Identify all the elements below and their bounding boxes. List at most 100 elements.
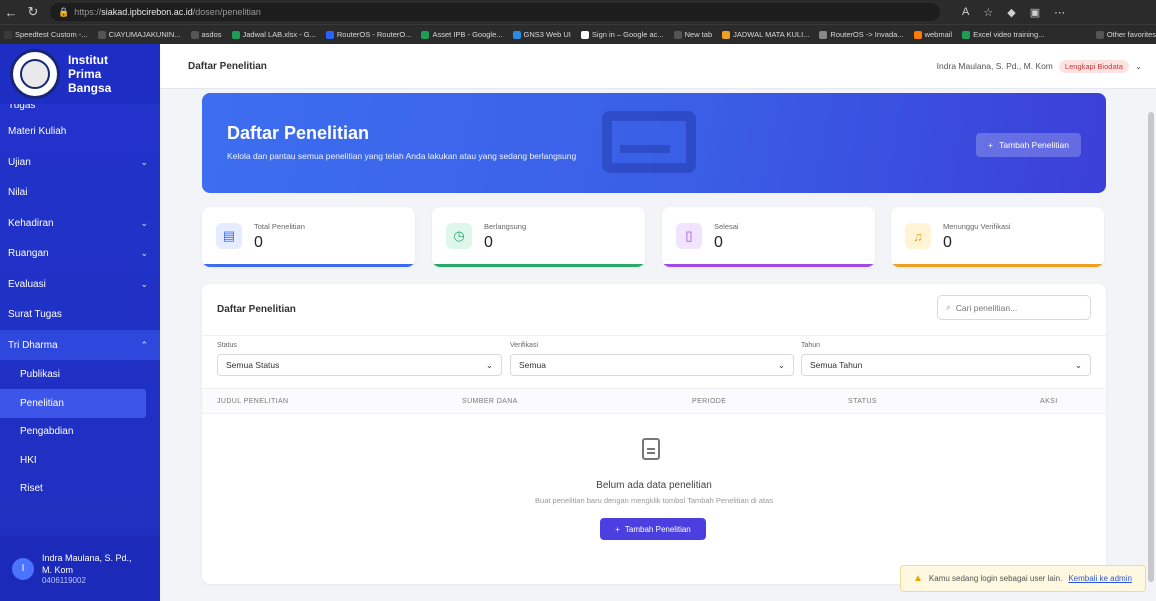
brand[interactable]: Institut Prima Bangsa — [0, 44, 160, 104]
bookmark-label: Speedtest Custom -... — [15, 30, 88, 39]
sidebar-item-nilai[interactable]: Nilai — [0, 178, 160, 208]
filter-status-select[interactable]: Semua Status ⌄ — [217, 354, 502, 376]
bookmark-favicon-icon — [190, 30, 199, 39]
filter-verification-label: Verifikasi — [510, 342, 539, 349]
search-input[interactable] — [955, 302, 1066, 313]
sidebar-subitem-riset[interactable]: Riset — [0, 475, 160, 504]
favorite-star-icon[interactable]: ☆ — [983, 6, 993, 19]
bookmark-label: Other favorites — [1106, 30, 1156, 39]
sidebar-item-tri-dharma[interactable]: Tri Dharma ⌃ — [0, 330, 160, 360]
list-title: Daftar Penelitian — [217, 304, 296, 315]
bookmark-item[interactable]: Speedtest Custom -... — [4, 30, 88, 39]
back-to-admin-link[interactable]: Kembali ke admin — [1068, 574, 1132, 583]
collections-icon[interactable]: ▣ — [1030, 6, 1040, 19]
bookmark-favicon-icon — [325, 30, 334, 39]
filter-year-value: Semua Tahun — [810, 360, 863, 370]
empty-state-subtitle: Buat penelitian baru dengan mengklik tom… — [535, 496, 773, 505]
url-path: /dosen/penelitian — [192, 7, 261, 17]
filter-verification-select[interactable]: Semua ⌄ — [510, 354, 794, 376]
col-funding: SUMBER DANA — [462, 398, 518, 405]
bookmark-item[interactable]: JADWAL MATA KULI... — [722, 30, 809, 39]
sidebar-item-evaluasi[interactable]: Evaluasi ⌄ — [0, 269, 160, 299]
complete-bio-badge[interactable]: Lengkapi Biodata — [1058, 59, 1129, 73]
sidebar-item-label: Materi Kuliah — [8, 126, 67, 137]
bookmark-favicon-icon — [512, 30, 521, 39]
sidebar-item-kehadiran[interactable]: Kehadiran ⌄ — [0, 208, 160, 238]
sidebar-item-label: Surat Tugas — [8, 309, 62, 320]
stat-icon: ▯ — [676, 223, 702, 249]
sidebar-item-materi-kuliah[interactable]: Materi Kuliah — [0, 117, 160, 147]
sidebar-item-label: Evaluasi — [8, 278, 46, 290]
sidebar-subitem-hki[interactable]: HKI — [0, 446, 160, 475]
filter-year-select[interactable]: Semua Tahun ⌄ — [801, 354, 1091, 376]
stat-icon: ◷ — [446, 223, 472, 249]
brand-line-1: Institut — [68, 53, 108, 67]
page-scrollbar[interactable] — [1148, 92, 1154, 597]
sidebar-subitem-penelitian[interactable]: Penelitian — [0, 389, 146, 418]
read-aloud-icon[interactable]: A — [962, 6, 969, 19]
settings-menu-icon[interactable]: ⋯ — [1054, 6, 1065, 19]
bookmark-item[interactable]: RouterOS -> Invada... — [819, 30, 904, 39]
chevron-icon: ⌄ — [140, 278, 148, 289]
brand-line-3: Bangsa — [68, 81, 112, 95]
sidebar-subitem-pengabdian[interactable]: Pengabdian — [0, 418, 160, 447]
bookmark-label: RouterOS - RouterO... — [336, 30, 412, 39]
brand-line-2: Prima — [68, 67, 102, 81]
bookmark-label: CIAYUMAJAKUNIN... — [108, 30, 181, 39]
sidebar-item-label: Kehadiran — [8, 217, 54, 229]
back-icon[interactable]: ← — [0, 5, 22, 20]
filter-verification-value: Semua — [519, 360, 546, 370]
bookmark-item[interactable]: CIAYUMAJAKUNIN... — [97, 30, 181, 39]
bookmark-label: Excel video training... — [973, 30, 1045, 39]
bookmark-favicon-icon — [1095, 30, 1104, 39]
col-status: STATUS — [848, 398, 877, 405]
col-period: PERIODE — [692, 398, 727, 405]
plus-icon: + — [988, 140, 994, 150]
institution-logo — [10, 49, 60, 99]
chevron-down-icon: ⌄ — [485, 359, 493, 370]
chevron-down-icon[interactable]: ⌄ — [1135, 61, 1142, 72]
bookmark-label: Asset IPB - Google... — [432, 30, 503, 39]
bookmark-favicon-icon — [421, 30, 430, 39]
topbar: Daftar Penelitian Indra Maulana, S. Pd.,… — [160, 44, 1156, 89]
bookmark-item[interactable]: asdos — [190, 30, 222, 39]
refresh-icon[interactable]: ↻ — [22, 4, 44, 20]
sidebar-item-ujian[interactable]: Ujian ⌄ — [0, 147, 160, 177]
bookmark-item[interactable]: webmail — [913, 30, 953, 39]
user-menu[interactable]: Indra Maulana, S. Pd., M. Kom Lengkapi B… — [937, 59, 1142, 73]
toast-text: Kamu sedang login sebagai user lain. — [928, 574, 1063, 583]
bookmark-item[interactable]: New tab — [673, 30, 712, 39]
bookmark-item[interactable]: Other favorites — [1095, 30, 1156, 39]
stat-accent-bar — [891, 264, 1104, 267]
bookmark-item[interactable]: RouterOS - RouterO... — [325, 30, 412, 39]
bookmark-label: JADWAL MATA KULI... — [733, 30, 810, 39]
filter-year-label: Tahun — [801, 342, 821, 349]
bookmark-label: asdos — [201, 30, 222, 39]
stat-accent-bar — [202, 264, 415, 267]
bookmark-label: webmail — [924, 30, 953, 39]
stat-label: Selesai — [714, 222, 739, 231]
address-bar[interactable]: 🔒 https://siakad.ipbcirebon.ac.id/dosen/… — [50, 3, 940, 21]
bookmark-item[interactable]: Jadwal LAB.xlsx - G... — [231, 30, 316, 39]
sidebar: Institut Prima Bangsa Tugas Materi Kulia… — [0, 44, 160, 601]
bookmark-item[interactable]: Sign in – Google ac... — [580, 30, 664, 39]
sidebar-item-ruangan[interactable]: Ruangan ⌄ — [0, 239, 160, 269]
chevron-icon: ⌃ — [140, 339, 148, 350]
search-box[interactable]: ⌕ — [937, 295, 1091, 320]
empty-add-research-button[interactable]: + Tambah Penelitian — [600, 518, 706, 540]
user-name-line-2: M. Kom — [42, 565, 74, 575]
stat-card: ◷ Berlangsung 0 — [432, 207, 645, 267]
user-name-line-1: Indra Maulana, S. Pd., — [42, 553, 132, 563]
sidebar-user[interactable]: I Indra Maulana, S. Pd., M. Kom 04061190… — [0, 536, 160, 601]
stat-label: Total Penelitian — [254, 222, 305, 231]
bookmark-item[interactable]: GNS3 Web UI — [512, 30, 571, 39]
bookmark-item[interactable]: Excel video training... — [962, 30, 1044, 39]
add-research-button[interactable]: + Tambah Penelitian — [976, 133, 1081, 157]
extension-icon[interactable]: ◆ — [1007, 6, 1015, 19]
hero-title: Daftar Penelitian — [227, 123, 370, 143]
bookmark-label: Jadwal LAB.xlsx - G... — [242, 30, 316, 39]
sidebar-item-surat-tugas[interactable]: Surat Tugas — [0, 300, 160, 330]
sidebar-item-label: Ruangan — [8, 248, 49, 259]
sidebar-subitem-publikasi[interactable]: Publikasi — [0, 361, 160, 390]
bookmark-item[interactable]: Asset IPB - Google... — [421, 30, 503, 39]
